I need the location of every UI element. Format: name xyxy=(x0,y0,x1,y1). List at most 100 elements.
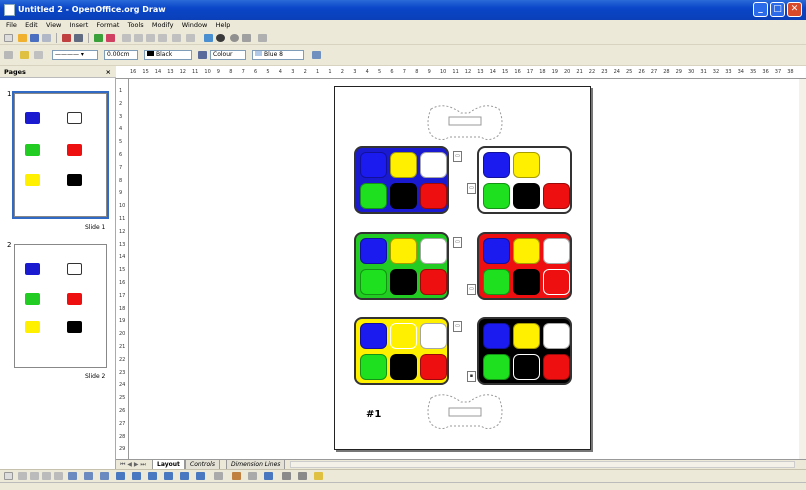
color-button[interactable] xyxy=(420,323,447,349)
paste-icon[interactable] xyxy=(146,34,155,42)
menu-edit[interactable]: Edit xyxy=(25,20,38,31)
connector-tool-icon[interactable] xyxy=(84,472,93,480)
extrusion-icon[interactable] xyxy=(248,472,257,480)
gallery-icon[interactable] xyxy=(232,472,241,480)
spellcheck-icon[interactable] xyxy=(94,34,103,42)
tab-scroll-arrows[interactable]: ⏮ ◀ ▶ ⏭ xyxy=(120,461,146,469)
color-button[interactable] xyxy=(360,183,387,209)
vertical-scrollbar[interactable] xyxy=(799,79,806,459)
flowchart-icon[interactable] xyxy=(164,472,173,480)
color-button[interactable] xyxy=(360,238,387,264)
undo-icon[interactable] xyxy=(172,34,181,42)
save-icon[interactable] xyxy=(30,34,39,42)
close-button[interactable]: ✕ xyxy=(787,2,802,17)
print-icon[interactable] xyxy=(74,34,83,42)
color-button[interactable] xyxy=(390,183,417,209)
color-button[interactable] xyxy=(420,269,447,295)
lines-arrows-icon[interactable] xyxy=(100,472,109,480)
callouts-icon[interactable] xyxy=(180,472,189,480)
line-style-select[interactable]: ———— ▾ xyxy=(52,50,98,60)
horizontal-scrollbar[interactable] xyxy=(290,461,795,468)
arrange-icon[interactable] xyxy=(314,472,323,480)
color-button[interactable] xyxy=(483,354,510,380)
menu-view[interactable]: View xyxy=(46,20,61,31)
image-icon[interactable] xyxy=(264,472,273,480)
color-button[interactable] xyxy=(543,269,570,295)
color-button[interactable] xyxy=(360,354,387,380)
redo-icon[interactable] xyxy=(186,34,195,42)
color-button[interactable] xyxy=(513,238,540,264)
ellipse-tool-icon[interactable] xyxy=(42,472,51,480)
menu-tools[interactable]: Tools xyxy=(128,20,144,31)
menu-insert[interactable]: Insert xyxy=(70,20,89,31)
controller-panel[interactable] xyxy=(477,317,572,385)
color-button[interactable] xyxy=(420,183,447,209)
color-button[interactable] xyxy=(390,269,417,295)
color-button[interactable] xyxy=(543,354,570,380)
help-icon[interactable] xyxy=(258,34,267,42)
color-button[interactable] xyxy=(360,323,387,349)
color-button[interactable] xyxy=(543,323,570,349)
area-icon[interactable] xyxy=(198,51,207,59)
area-style-select[interactable]: Colour xyxy=(210,50,246,60)
curve-tool-icon[interactable] xyxy=(68,472,77,480)
controller-panel[interactable] xyxy=(477,232,572,300)
color-button[interactable] xyxy=(513,152,540,178)
menu-modify[interactable]: Modify xyxy=(152,20,174,31)
zoom-icon[interactable] xyxy=(242,34,251,42)
menu-window[interactable]: Window xyxy=(182,20,208,31)
display-grid-icon[interactable] xyxy=(216,34,225,42)
slide-thumbnail-1[interactable] xyxy=(12,91,109,219)
color-button[interactable] xyxy=(483,323,510,349)
slide-thumbnail-2[interactable] xyxy=(14,244,107,368)
basic-shapes-icon[interactable] xyxy=(116,472,125,480)
new-icon[interactable] xyxy=(4,34,13,42)
color-button[interactable] xyxy=(390,354,417,380)
points-icon[interactable] xyxy=(214,472,223,480)
color-button[interactable] xyxy=(483,183,510,209)
color-button[interactable] xyxy=(513,269,540,295)
color-button[interactable] xyxy=(420,238,447,264)
menu-file[interactable]: File xyxy=(6,20,17,31)
controller-panel[interactable] xyxy=(477,146,572,214)
color-button[interactable] xyxy=(483,269,510,295)
color-button[interactable] xyxy=(420,152,447,178)
stars-icon[interactable] xyxy=(196,472,205,480)
color-button[interactable] xyxy=(360,269,387,295)
menu-format[interactable]: Format xyxy=(97,20,120,31)
controller-panel[interactable] xyxy=(354,232,449,300)
color-button[interactable] xyxy=(543,238,570,264)
cut-icon[interactable] xyxy=(122,34,131,42)
minimize-button[interactable]: _ xyxy=(753,2,768,17)
text-tool-icon[interactable] xyxy=(54,472,63,480)
chart-icon[interactable] xyxy=(204,34,213,42)
symbol-shapes-icon[interactable] xyxy=(132,472,141,480)
navigator-icon[interactable] xyxy=(230,34,239,42)
color-button[interactable] xyxy=(360,152,387,178)
drawing-page[interactable]: ▭ ▭ ▭ ▭ ▭ ▪ #1 xyxy=(334,86,591,450)
color-button[interactable] xyxy=(543,152,570,178)
controller-panel[interactable] xyxy=(354,317,449,385)
menu-help[interactable]: Help xyxy=(216,20,231,31)
line-width-field[interactable]: 0.00cm xyxy=(104,50,138,60)
color-button[interactable] xyxy=(513,354,540,380)
color-button[interactable] xyxy=(390,152,417,178)
color-button[interactable] xyxy=(420,354,447,380)
block-arrows-icon[interactable] xyxy=(148,472,157,480)
color-button[interactable] xyxy=(543,183,570,209)
copy-icon[interactable] xyxy=(134,34,143,42)
export-pdf-icon[interactable] xyxy=(62,34,71,42)
line-icon[interactable] xyxy=(4,51,13,59)
color-button[interactable] xyxy=(390,238,417,264)
color-button[interactable] xyxy=(483,152,510,178)
open-icon[interactable] xyxy=(18,34,27,42)
line-tool-icon[interactable] xyxy=(18,472,27,480)
controller-panel[interactable] xyxy=(354,146,449,214)
color-button[interactable] xyxy=(390,323,417,349)
close-pages-pane-icon[interactable]: × xyxy=(106,66,111,78)
color-button[interactable] xyxy=(513,323,540,349)
color-button[interactable] xyxy=(483,238,510,264)
area-color-select[interactable]: Blue 8 xyxy=(252,50,304,60)
color-button[interactable] xyxy=(513,183,540,209)
rectangle-tool-icon[interactable] xyxy=(30,472,39,480)
